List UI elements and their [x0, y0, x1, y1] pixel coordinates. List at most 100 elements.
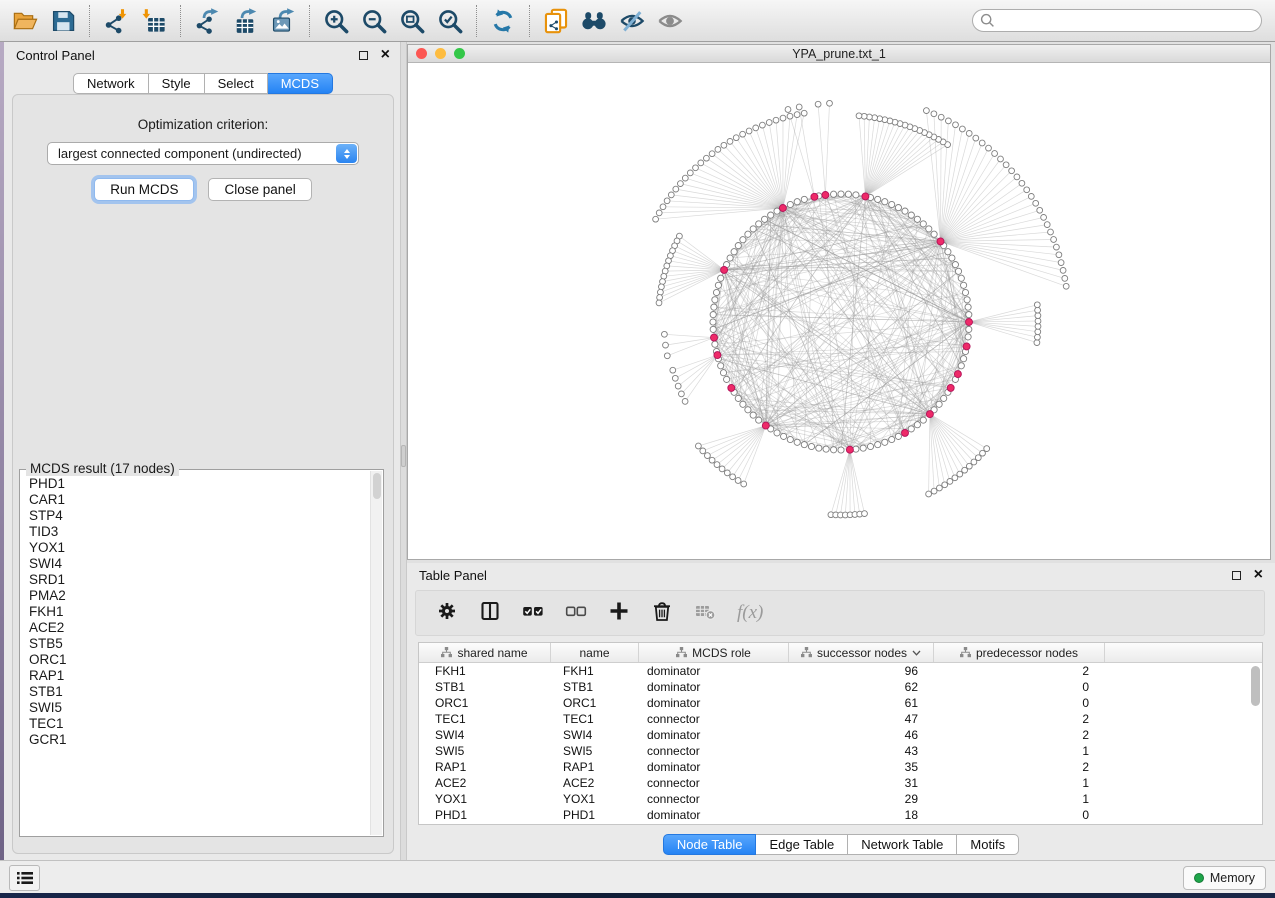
cell: SWI5	[419, 744, 551, 758]
cell: 2	[934, 664, 1105, 678]
hierarchy-icon	[960, 647, 971, 658]
tab-style[interactable]: Style	[149, 73, 205, 94]
import-table-button[interactable]	[135, 4, 173, 38]
close-panel-icon[interactable]: ×	[381, 50, 390, 60]
result-node-item[interactable]: GCR1	[22, 732, 369, 748]
result-node-item[interactable]: FKH1	[22, 604, 369, 620]
task-history-button[interactable]	[9, 865, 40, 891]
delete-row-button[interactable]	[651, 600, 673, 627]
table-row[interactable]: SWI4SWI4dominator462	[419, 727, 1262, 743]
refresh-view-button[interactable]	[484, 4, 522, 38]
zoom-fit-button[interactable]	[393, 4, 431, 38]
add-row-button[interactable]	[608, 600, 630, 627]
export-table-button[interactable]	[226, 4, 264, 38]
toolbar-separator	[89, 5, 90, 37]
splitter-handle[interactable]	[401, 445, 406, 467]
table-scrollbar[interactable]	[1249, 664, 1261, 823]
search-input[interactable]	[972, 9, 1262, 32]
find-nodes-button[interactable]	[575, 4, 613, 38]
open-file-button[interactable]	[6, 4, 44, 38]
table-row[interactable]: SWI5SWI5connector431	[419, 743, 1262, 759]
result-node-item[interactable]: TID3	[22, 524, 369, 540]
criterion-select[interactable]: largest connected component (undirected)	[47, 142, 359, 165]
cell: dominator	[639, 808, 789, 822]
deselect-all-button[interactable]	[565, 600, 587, 627]
close-panel-button[interactable]: Close panel	[208, 178, 311, 201]
deselect-all-icon	[565, 600, 587, 622]
cell: 2	[934, 712, 1105, 726]
node-table: shared namenameMCDS rolesuccessor nodesp…	[418, 642, 1263, 825]
column-header-MCDS-role[interactable]: MCDS role	[639, 643, 789, 662]
close-table-panel-icon[interactable]: ×	[1254, 570, 1263, 580]
result-scrollbar[interactable]	[370, 471, 382, 835]
tab-node-table[interactable]: Node Table	[663, 834, 757, 855]
zoom-selected-icon	[437, 8, 463, 34]
show-all-button[interactable]	[651, 4, 689, 38]
result-node-item[interactable]: ORC1	[22, 652, 369, 668]
cell: ORC1	[551, 696, 639, 710]
tab-motifs[interactable]: Motifs	[957, 834, 1019, 855]
network-window-titlebar[interactable]: YPA_prune.txt_1	[408, 45, 1270, 63]
result-node-item[interactable]: TEC1	[22, 716, 369, 732]
table-row[interactable]: PHD1PHD1dominator180	[419, 807, 1262, 823]
column-header-predecessor-nodes[interactable]: predecessor nodes	[934, 643, 1105, 662]
result-node-item[interactable]: YOX1	[22, 540, 369, 556]
result-node-item[interactable]: SWI4	[22, 556, 369, 572]
result-node-item[interactable]: PMA2	[22, 588, 369, 604]
table-row[interactable]: FKH1FKH1dominator962	[419, 663, 1262, 679]
table-row[interactable]: ORC1ORC1dominator610	[419, 695, 1262, 711]
result-node-item[interactable]: STB1	[22, 684, 369, 700]
table-row[interactable]: ACE2ACE2connector311	[419, 775, 1262, 791]
float-panel-icon[interactable]	[359, 51, 368, 60]
tab-select[interactable]: Select	[205, 73, 268, 94]
result-node-item[interactable]: STB5	[22, 636, 369, 652]
result-node-item[interactable]: SRD1	[22, 572, 369, 588]
result-node-item[interactable]: ACE2	[22, 620, 369, 636]
memory-button[interactable]: Memory	[1183, 866, 1266, 890]
result-node-item[interactable]: SWI5	[22, 700, 369, 716]
clone-network-button[interactable]	[537, 4, 575, 38]
zoom-in-button[interactable]	[317, 4, 355, 38]
column-header-successor-nodes[interactable]: successor nodes	[789, 643, 934, 662]
mcds-result-list[interactable]: PHD1CAR1STP4TID3YOX1SWI4SRD1PMA2FKH1ACE2…	[22, 476, 369, 834]
table-row[interactable]: TEC1TEC1connector472	[419, 711, 1262, 727]
column-header-shared-name[interactable]: shared name	[419, 643, 551, 662]
save-session-button[interactable]	[44, 4, 82, 38]
hide-selected-button[interactable]	[613, 4, 651, 38]
tab-network-table[interactable]: Network Table	[848, 834, 957, 855]
run-mcds-button[interactable]: Run MCDS	[94, 178, 194, 201]
mcds-result-group: MCDS result (17 nodes) PHD1CAR1STP4TID3Y…	[19, 469, 384, 837]
result-node-item[interactable]: STP4	[22, 508, 369, 524]
function-builder-button: f(x)	[737, 602, 763, 624]
export-network-button[interactable]	[188, 4, 226, 38]
float-table-panel-icon[interactable]	[1232, 571, 1241, 580]
export-image-button[interactable]	[264, 4, 302, 38]
table-panel: Table Panel × f(x) shared namenameMCDS r…	[407, 563, 1275, 860]
tab-edge-table[interactable]: Edge Table	[756, 834, 848, 855]
columns-panel-button[interactable]	[479, 600, 501, 627]
status-bar: Memory	[0, 860, 1275, 893]
cell: 1	[934, 776, 1105, 790]
zoom-out-button[interactable]	[355, 4, 393, 38]
table-panel-title: Table Panel	[419, 568, 487, 583]
select-all-button[interactable]	[522, 600, 544, 627]
table-settings-button[interactable]	[436, 600, 458, 627]
result-node-item[interactable]: PHD1	[22, 476, 369, 492]
cell: connector	[639, 712, 789, 726]
import-network-button[interactable]	[97, 4, 135, 38]
panel-splitter[interactable]	[400, 42, 407, 860]
column-header-name[interactable]: name	[551, 643, 639, 662]
result-node-item[interactable]: CAR1	[22, 492, 369, 508]
network-graph-canvas[interactable]	[408, 63, 1270, 559]
result-node-item[interactable]: RAP1	[22, 668, 369, 684]
table-row[interactable]: RAP1RAP1dominator352	[419, 759, 1262, 775]
toolbar-separator	[180, 5, 181, 37]
table-row[interactable]: YOX1YOX1connector291	[419, 791, 1262, 807]
table-row[interactable]: STB1STB1dominator620	[419, 679, 1262, 695]
tab-network[interactable]: Network	[73, 73, 149, 94]
clone-network-icon	[543, 8, 569, 34]
cell: 61	[789, 696, 934, 710]
tab-mcds[interactable]: MCDS	[268, 73, 333, 94]
cell: 96	[789, 664, 934, 678]
zoom-selected-button[interactable]	[431, 4, 469, 38]
